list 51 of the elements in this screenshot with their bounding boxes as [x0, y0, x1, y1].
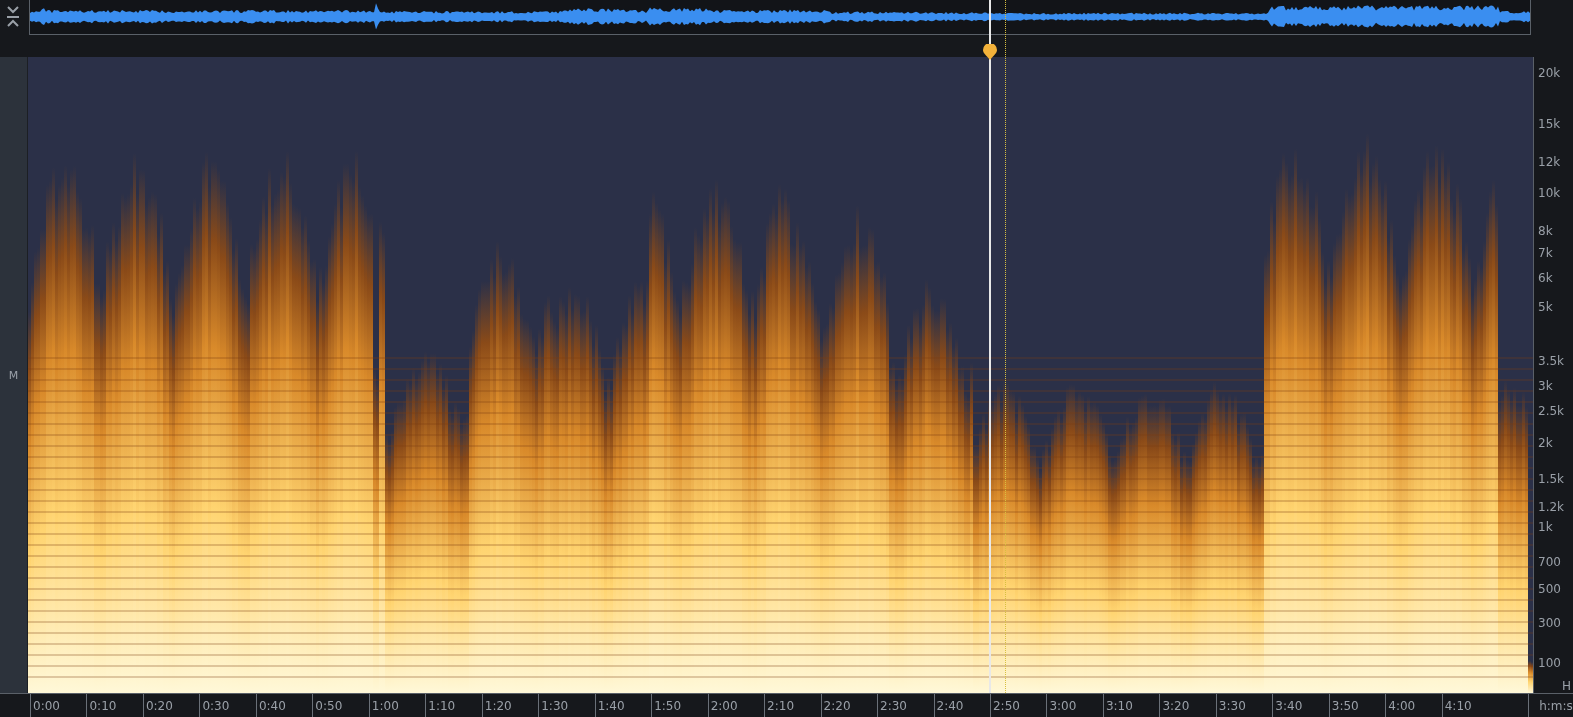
time-label: 0:40 [255, 694, 313, 717]
frequency-label: 300 [1538, 616, 1561, 630]
frequency-label: 5k [1538, 300, 1553, 314]
time-label: 2:10 [764, 694, 821, 717]
frequency-label: 6k [1538, 271, 1553, 285]
time-label: 1:10 [425, 694, 482, 717]
time-label: 2:00 [707, 694, 765, 717]
waveform-overview[interactable] [29, 0, 1531, 35]
time-label: 1:40 [594, 694, 652, 717]
time-label: 3:20 [1159, 694, 1216, 717]
frequency-label: 500 [1538, 582, 1561, 596]
channel-label: M [8, 368, 19, 382]
time-label: 4:10 [1441, 694, 1499, 717]
time-label: 2:30 [877, 694, 934, 717]
frequency-label: 2k [1538, 436, 1553, 450]
time-label: 2:40 [933, 694, 990, 717]
frequency-label: 12k [1538, 155, 1561, 169]
frequency-label: 1k [1538, 520, 1553, 534]
time-label: 1:50 [651, 694, 708, 717]
frequency-label: 7k [1538, 246, 1553, 260]
frequency-label: 1.5k [1538, 472, 1565, 486]
playhead-marker-icon[interactable] [983, 44, 997, 60]
time-label: 1:00 [368, 694, 426, 717]
time-unit-label: h:m:s [1528, 694, 1573, 717]
time-label: 3:50 [1328, 694, 1386, 717]
time-label: 1:20 [481, 694, 539, 717]
frequency-label: 1.2k [1538, 500, 1565, 514]
time-label: 2:20 [820, 694, 878, 717]
time-label: 0:20 [142, 694, 200, 717]
time-label: 0:00 [30, 694, 87, 717]
time-label: 1:30 [538, 694, 595, 717]
frequency-unit-label: H [1562, 679, 1572, 693]
time-label: 0:50 [312, 694, 369, 717]
frequency-label: 8k [1538, 224, 1553, 238]
frequency-label: 15k [1538, 117, 1561, 131]
time-label: 0:30 [199, 694, 256, 717]
frequency-label: 100 [1538, 656, 1561, 670]
time-label: 4:00 [1385, 694, 1442, 717]
time-label: 3:10 [1102, 694, 1160, 717]
time-label: 3:00 [1046, 694, 1103, 717]
time-label: 3:40 [1272, 694, 1329, 717]
time-label: 2:50 [989, 694, 1047, 717]
frequency-label: 700 [1538, 555, 1561, 569]
frequency-label: 3k [1538, 379, 1553, 393]
frequency-label: 2.5k [1538, 404, 1565, 418]
frequency-label: 20k [1538, 66, 1561, 80]
frequency-label: 3.5k [1538, 354, 1565, 368]
spectrogram[interactable] [28, 57, 1533, 693]
time-label: 3:30 [1215, 694, 1273, 717]
time-label: 0:10 [86, 694, 143, 717]
frequency-label: 10k [1538, 186, 1561, 200]
